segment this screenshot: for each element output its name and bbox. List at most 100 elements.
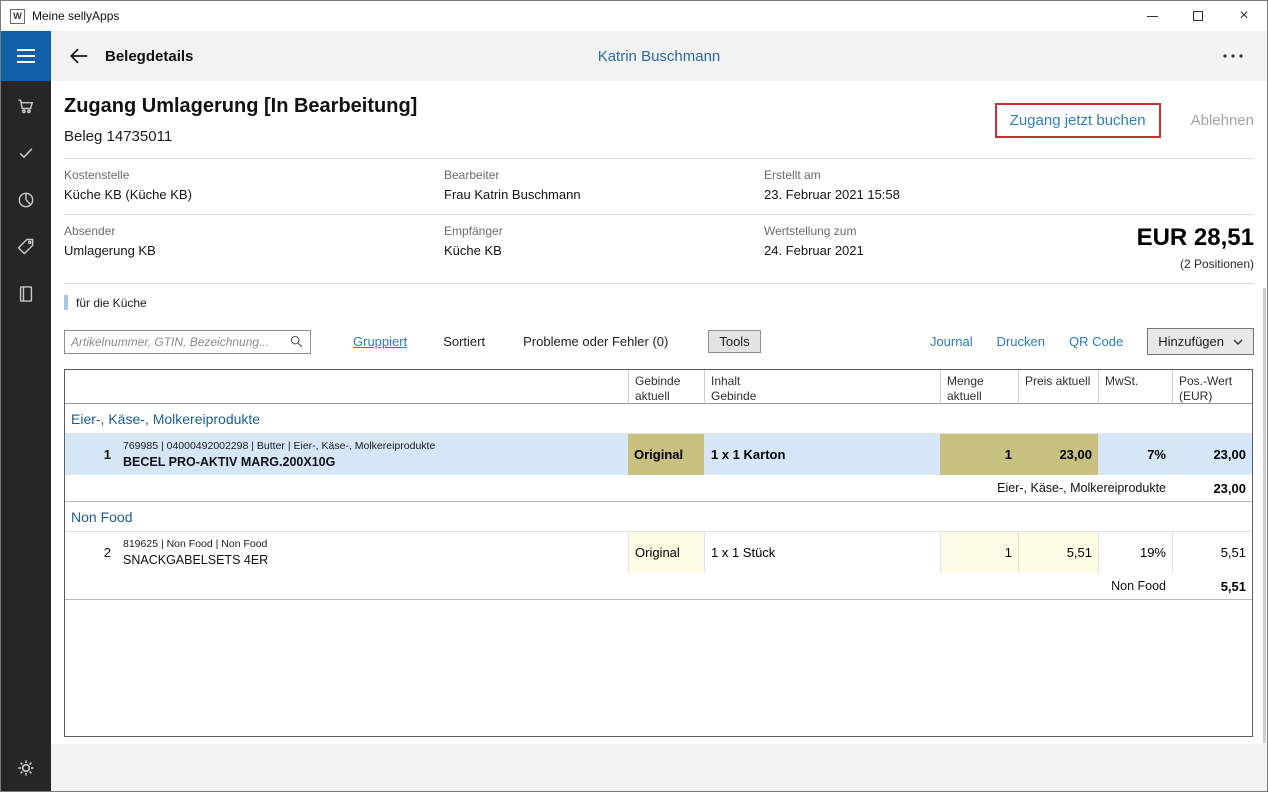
- gebinde-cell[interactable]: Original: [628, 532, 704, 573]
- sidebar-item-prices[interactable]: [16, 237, 36, 257]
- add-button-label: Hinzufügen: [1158, 334, 1224, 349]
- header-article: [117, 370, 628, 403]
- book-receipt-button[interactable]: Zugang jetzt buchen: [995, 103, 1161, 138]
- wert-cell: 23,00: [1172, 434, 1252, 475]
- row-number: 1: [65, 434, 117, 475]
- check-icon: [16, 143, 36, 163]
- menge-cell[interactable]: 1: [940, 532, 1018, 573]
- menge-cell[interactable]: 1: [940, 434, 1018, 475]
- more-icon: [1221, 53, 1245, 59]
- note-marker: [64, 295, 68, 310]
- meta-label: Empfänger: [444, 224, 764, 238]
- maximize-button[interactable]: [1175, 1, 1221, 31]
- tools-button[interactable]: Tools: [708, 330, 760, 353]
- app-window: W Meine sellyApps ×: [0, 0, 1268, 792]
- header-wert: Pos.-Wert (EUR): [1172, 370, 1252, 403]
- group-header: Non Food: [65, 502, 1252, 531]
- sidebar-item-documents[interactable]: [16, 284, 36, 304]
- sidebar-item-settings[interactable]: [16, 758, 36, 778]
- meta-label: Erstellt am: [764, 168, 1254, 182]
- mwst-cell: 7%: [1098, 434, 1172, 475]
- pie-chart-icon: [16, 190, 36, 210]
- add-button[interactable]: Hinzufügen: [1147, 328, 1254, 355]
- hamburger-menu-button[interactable]: [1, 31, 51, 81]
- total-amount: EUR 28,51: [1137, 224, 1254, 252]
- header-mwst: MwSt.: [1098, 370, 1172, 403]
- mwst-cell: 19%: [1098, 532, 1172, 573]
- tag-icon: [16, 237, 36, 257]
- scrollbar[interactable]: [1263, 288, 1266, 743]
- problems-filter[interactable]: Probleme oder Fehler (0): [523, 334, 668, 349]
- meta-value: Umlagerung KB: [64, 243, 444, 258]
- group-subtotal: Eier-, Käse-, Molkereiprodukte 23,00: [65, 475, 1252, 502]
- back-button[interactable]: [67, 44, 91, 68]
- positions-table: Gebinde aktuell Inhalt Gebinde Menge akt…: [64, 369, 1253, 737]
- gebinde-cell[interactable]: Original: [628, 434, 704, 475]
- journal-link[interactable]: Journal: [930, 334, 973, 349]
- divider: [64, 283, 1254, 284]
- qr-code-link[interactable]: QR Code: [1069, 334, 1123, 349]
- meta-value: Küche KB: [444, 243, 764, 258]
- meta-label: Absender: [64, 224, 444, 238]
- meta-row-1: Kostenstelle Küche KB (Küche KB) Bearbei…: [64, 159, 1254, 214]
- sidebar-item-reports[interactable]: [16, 190, 36, 210]
- header-gebinde: Gebinde aktuell: [628, 370, 704, 403]
- meta-value: Küche KB (Küche KB): [64, 187, 444, 202]
- document-number: Beleg 14735011: [64, 128, 417, 145]
- table-header-row: Gebinde aktuell Inhalt Gebinde Menge akt…: [65, 370, 1252, 404]
- meta-label: Bearbeiter: [444, 168, 764, 182]
- wert-cell: 5,51: [1172, 532, 1252, 573]
- app-logo-icon: W: [10, 9, 25, 24]
- content-area: Zugang Umlagerung [In Bearbeitung] Beleg…: [51, 81, 1267, 744]
- sidebar-item-tasks[interactable]: [16, 143, 36, 163]
- gear-icon: [16, 758, 36, 778]
- maximize-icon: [1193, 11, 1203, 21]
- header-rownum: [65, 370, 117, 403]
- book-icon: [16, 284, 36, 304]
- article-cell: 819625 | Non Food | Non Food SNACKGABELS…: [117, 532, 628, 573]
- row-number: 2: [65, 532, 117, 573]
- group-header: Eier-, Käse-, Molkereiprodukte: [65, 404, 1252, 433]
- meta-value: Frau Katrin Buschmann: [444, 187, 764, 202]
- subtotal-label: Eier-, Käse-, Molkereiprodukte: [65, 481, 1172, 495]
- user-name: Katrin Buschmann: [598, 48, 721, 65]
- more-button[interactable]: [1217, 49, 1249, 63]
- subtotal-value: 5,51: [1172, 579, 1252, 594]
- sidebar: [1, 31, 51, 791]
- subtotal-value: 23,00: [1172, 481, 1252, 496]
- search-box[interactable]: [64, 330, 311, 354]
- header-inhalt: Inhalt Gebinde: [704, 370, 940, 403]
- total-positions: (2 Positionen): [1137, 257, 1254, 271]
- sorted-toggle[interactable]: Sortiert: [443, 334, 485, 349]
- search-icon: [289, 334, 304, 349]
- topbar: Belegdetails Katrin Buschmann: [51, 31, 1267, 81]
- table-row[interactable]: 1 769985 | 04000492002298 | Butter | Eie…: [65, 433, 1252, 475]
- inhalt-cell[interactable]: 1 x 1 Karton: [704, 434, 940, 475]
- document-title: Zugang Umlagerung [In Bearbeitung]: [64, 95, 417, 118]
- sidebar-item-cart[interactable]: [16, 96, 36, 116]
- header-menge: Menge aktuell: [940, 370, 1018, 403]
- back-arrow-icon: [68, 45, 90, 67]
- list-toolbar: Gruppiert Sortiert Probleme oder Fehler …: [64, 328, 1254, 355]
- meta-row-2: Absender Umlagerung KB Empfänger Küche K…: [64, 215, 1254, 283]
- grouped-toggle[interactable]: Gruppiert: [353, 334, 407, 349]
- subtotal-label: Non Food: [65, 579, 1172, 593]
- hamburger-icon: [17, 49, 35, 51]
- preis-cell[interactable]: 23,00: [1018, 434, 1098, 475]
- minimize-icon: [1147, 16, 1158, 17]
- table-row[interactable]: 2 819625 | Non Food | Non Food SNACKGABE…: [65, 531, 1252, 573]
- print-link[interactable]: Drucken: [997, 334, 1045, 349]
- meta-value: 23. Februar 2021 15:58: [764, 187, 1254, 202]
- preis-cell[interactable]: 5,51: [1018, 532, 1098, 573]
- chevron-down-icon: [1233, 339, 1243, 345]
- article-name: SNACKGABELSETS 4ER: [123, 553, 268, 567]
- article-detail: 819625 | Non Food | Non Food: [123, 538, 267, 550]
- minimize-button[interactable]: [1129, 1, 1175, 31]
- reject-button[interactable]: Ablehnen: [1191, 112, 1254, 129]
- meta-value: 24. Februar 2021: [764, 243, 1137, 258]
- search-input[interactable]: [71, 335, 289, 349]
- article-detail: 769985 | 04000492002298 | Butter | Eier-…: [123, 440, 435, 452]
- close-button[interactable]: ×: [1221, 1, 1267, 31]
- inhalt-cell[interactable]: 1 x 1 Stück: [704, 532, 940, 573]
- cart-icon: [16, 96, 36, 116]
